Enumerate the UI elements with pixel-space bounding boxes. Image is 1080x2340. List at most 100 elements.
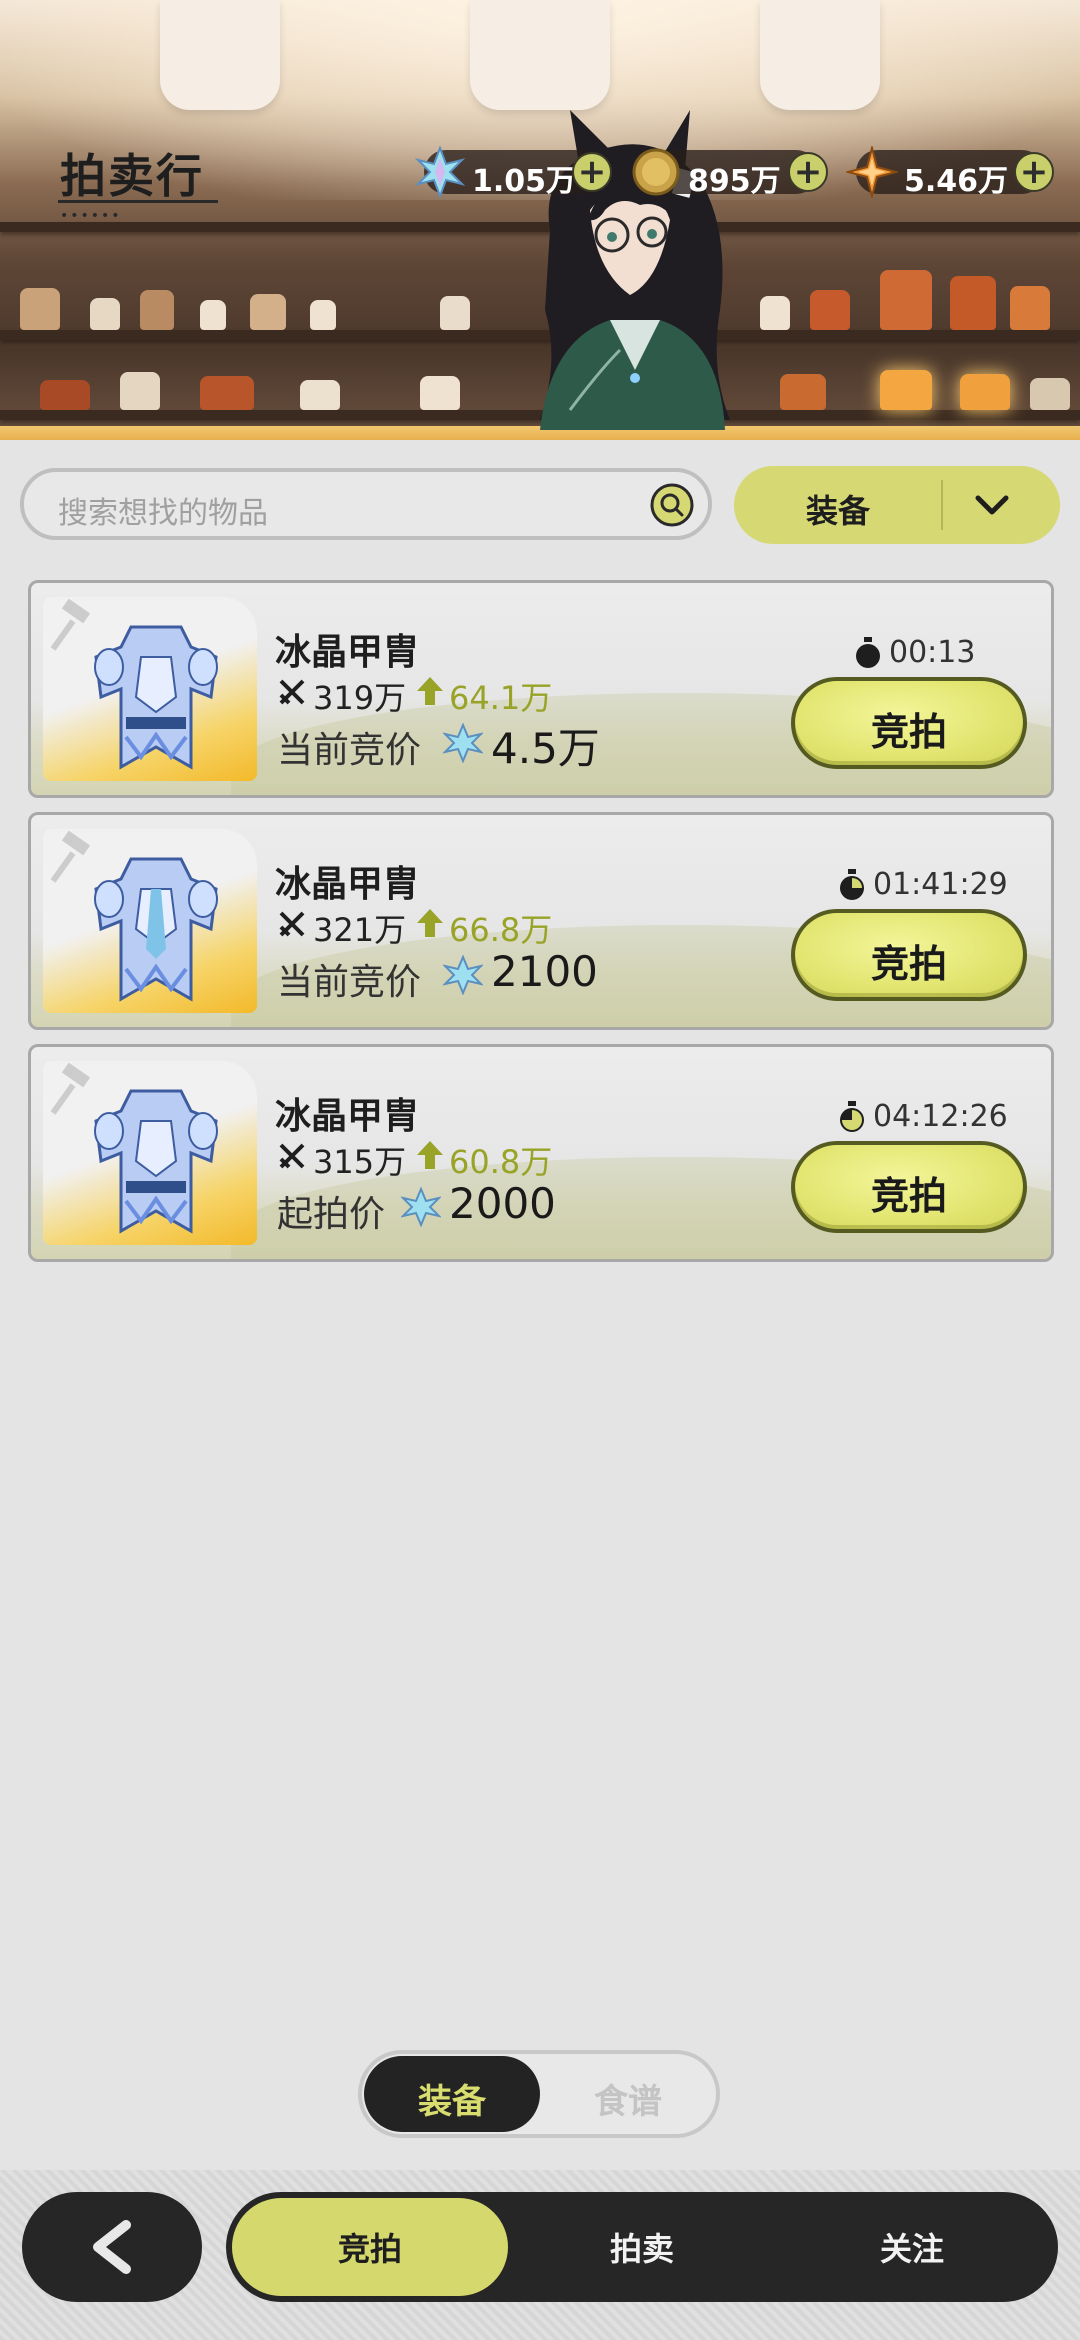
bid-button[interactable]: 竞拍 xyxy=(791,909,1027,1001)
timer-text: 04:12:26 xyxy=(873,1099,1008,1134)
item-name: 冰晶甲胄 xyxy=(275,632,420,673)
currency-coin-value: 895万 xyxy=(688,164,781,199)
power-value: 319万 xyxy=(313,679,407,717)
tab-sell[interactable]: 拍卖 xyxy=(542,2224,742,2270)
jar xyxy=(300,380,340,410)
jar xyxy=(440,296,470,330)
category-dropdown[interactable]: 装备 xyxy=(734,466,1060,544)
jar xyxy=(140,290,174,330)
jar xyxy=(90,298,120,330)
search-icon[interactable] xyxy=(650,483,694,527)
price-label: 当前竞价 xyxy=(277,962,422,1003)
tab-bid-label[interactable]: 竞拍 xyxy=(270,2224,470,2270)
price-label: 起拍价 xyxy=(277,1194,386,1235)
bid-button[interactable]: 竞拍 xyxy=(791,1141,1027,1233)
ice-armor-icon xyxy=(94,625,218,770)
hanging-banner xyxy=(470,0,610,110)
bid-button-label: 竞拍 xyxy=(870,1174,947,1218)
add-crystal-button[interactable]: + xyxy=(572,152,612,192)
jar xyxy=(200,376,254,410)
power-increase: 64.1万 xyxy=(449,679,553,717)
power-increase: 66.8万 xyxy=(449,911,553,949)
listing-card[interactable]: 冰晶甲胄 315万 60.8万 起拍价 2000 04:12:26 竞拍 xyxy=(28,1044,1054,1262)
power-value: 315万 xyxy=(313,1143,407,1181)
crossed-swords-icon xyxy=(279,1143,305,1169)
stopwatch-icon xyxy=(840,1101,864,1132)
listing-card[interactable]: 冰晶甲胄 321万 66.8万 当前竞价 2100 01:41:29 竞拍 xyxy=(28,812,1054,1030)
category-segment: 装备 食谱 xyxy=(358,2050,720,2138)
jar xyxy=(760,296,790,330)
price-label: 当前竞价 xyxy=(277,730,422,771)
segment-recipes[interactable]: 食谱 xyxy=(540,2074,716,2123)
crossed-swords-icon xyxy=(279,911,305,937)
category-divider xyxy=(941,480,943,530)
crystal-gem-icon xyxy=(443,723,483,763)
jar xyxy=(40,380,90,410)
jar xyxy=(880,370,932,410)
arrow-up-icon xyxy=(417,677,443,705)
item-thumbnail xyxy=(43,1061,257,1245)
back-arrow-icon xyxy=(93,2220,131,2274)
currency-star: 5.46万 + xyxy=(846,146,1054,199)
jar xyxy=(880,270,932,330)
ice-armor-icon xyxy=(94,1089,218,1234)
segment-equipment-label: 装备 xyxy=(418,2082,486,2122)
crystal-gem-icon xyxy=(414,146,466,198)
item-name: 冰晶甲胄 xyxy=(275,1096,420,1137)
currency-star-value: 5.46万 xyxy=(904,164,1009,199)
jar xyxy=(420,376,460,410)
item-name: 冰晶甲胄 xyxy=(275,864,420,905)
hanging-banner xyxy=(160,0,280,110)
stopwatch-icon xyxy=(840,869,864,900)
price-value: 4.5万 xyxy=(491,724,600,773)
currency-crystal: 1.05万 + xyxy=(414,146,612,199)
timer-text: 01:41:29 xyxy=(873,867,1008,902)
jar xyxy=(950,276,996,330)
hanging-banner xyxy=(760,0,880,110)
jar xyxy=(1010,286,1050,330)
title-underline xyxy=(58,200,218,203)
jar xyxy=(1030,378,1070,410)
item-thumbnail xyxy=(43,829,257,1013)
jar xyxy=(960,374,1010,410)
add-coin-button[interactable]: + xyxy=(788,152,828,192)
item-thumbnail xyxy=(43,597,257,781)
ice-armor-icon xyxy=(94,857,218,1002)
bid-button-label: 竞拍 xyxy=(870,942,947,986)
stopwatch-icon xyxy=(856,637,880,668)
price-value: 2100 xyxy=(491,947,598,996)
orange-star-icon xyxy=(846,146,898,198)
jar xyxy=(780,374,826,410)
page-title: 拍卖行 xyxy=(60,149,204,203)
bid-button[interactable]: 竞拍 xyxy=(791,677,1027,769)
jar xyxy=(20,288,60,330)
gold-coin-icon xyxy=(632,148,680,196)
currency-coin: 895万 + xyxy=(632,148,828,199)
crystal-gem-icon xyxy=(401,1187,441,1227)
add-star-button[interactable]: + xyxy=(1014,152,1054,192)
jar xyxy=(200,300,226,330)
search-placeholder: 搜索想找的物品 xyxy=(58,496,268,531)
timer-text: 00:13 xyxy=(889,635,976,670)
category-selected: 装备 xyxy=(806,492,871,530)
arrow-up-icon xyxy=(417,1141,443,1169)
chevron-down-icon xyxy=(975,495,1009,515)
listing-card[interactable]: 冰晶甲胄 319万 64.1万 当前竞价 4.5万 00:13 竞拍 xyxy=(28,580,1054,798)
price-value: 2000 xyxy=(449,1179,556,1228)
search-input[interactable]: 搜索想找的物品 xyxy=(20,468,712,540)
segment-equipment[interactable]: 装备 xyxy=(364,2056,540,2132)
jar xyxy=(250,294,286,330)
back-button[interactable] xyxy=(22,2192,202,2302)
jar xyxy=(810,290,850,330)
currency-crystal-value: 1.05万 xyxy=(472,164,577,199)
arrow-up-icon xyxy=(417,909,443,937)
title-dots: •••••• xyxy=(60,208,122,224)
jar xyxy=(120,372,160,410)
crossed-swords-icon xyxy=(279,679,305,705)
bid-button-label: 竞拍 xyxy=(870,710,947,754)
crystal-gem-icon xyxy=(443,955,483,995)
jar xyxy=(310,300,336,330)
bottom-tab-bar: 竞拍 拍卖 关注 xyxy=(226,2192,1058,2302)
power-value: 321万 xyxy=(313,911,407,949)
tab-watchlist[interactable]: 关注 xyxy=(812,2224,1012,2270)
